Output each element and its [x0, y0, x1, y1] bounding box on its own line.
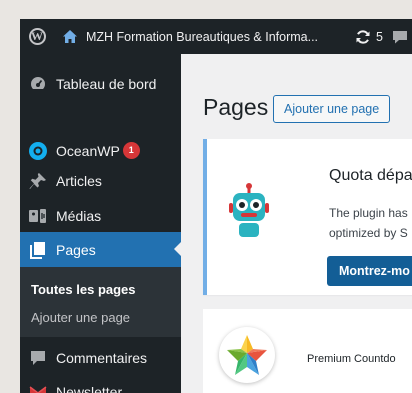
- star-logo-icon: [219, 327, 275, 383]
- sidebar-item-comments[interactable]: Commentaires: [20, 340, 181, 375]
- page-title: Pages: [203, 94, 269, 120]
- sidebar-item-label: Newsletter: [56, 383, 123, 393]
- show-more-button[interactable]: Montrez-mo: [327, 256, 412, 286]
- oceanwp-icon: [28, 141, 48, 161]
- refresh-icon: [356, 29, 370, 44]
- wordpress-logo-icon: W: [28, 28, 46, 45]
- updates-count: 5: [376, 29, 383, 44]
- sidebar-item-pages[interactable]: Pages: [20, 232, 182, 267]
- pin-icon: [28, 171, 48, 191]
- page-icon: [28, 240, 48, 260]
- comment-icon: [28, 348, 48, 368]
- notice-title: Quota dépa: [329, 167, 412, 184]
- submenu-item-all-pages[interactable]: Toutes les pages: [31, 282, 136, 297]
- sidebar-item-dashboard[interactable]: Tableau de bord: [20, 66, 181, 101]
- add-page-button[interactable]: Ajouter une page: [273, 95, 391, 123]
- sidebar-item-articles[interactable]: Articles: [20, 163, 181, 198]
- sidebar-item-label: Pages: [56, 241, 96, 258]
- admin-bar: W MZH Formation Bureautiques & Informa..…: [20, 19, 412, 54]
- submenu-item-add-page[interactable]: Ajouter une page: [31, 310, 130, 325]
- mail-icon: [28, 382, 48, 393]
- wp-admin-window: W MZH Formation Bureautiques & Informa..…: [20, 19, 412, 393]
- dashboard-icon: [28, 74, 48, 94]
- notice-line-2: optimized by S: [329, 226, 408, 240]
- robot-mascot-icon: [227, 183, 271, 239]
- comment-icon: [393, 30, 407, 43]
- sidebar-item-label: Médias: [56, 207, 102, 224]
- sidebar-item-label: Commentaires: [56, 349, 148, 366]
- main-content: Pages Ajouter une page Quota dépa The pl…: [181, 54, 412, 393]
- pages-submenu: Toutes les pages Ajouter une page: [20, 267, 181, 337]
- admin-sidebar: Tableau de bord OceanWP 1 Articles Média…: [20, 54, 182, 393]
- sidebar-item-medias[interactable]: Médias: [20, 198, 181, 233]
- sidebar-item-newsletter[interactable]: Newsletter: [20, 374, 181, 393]
- home-icon: [63, 30, 77, 43]
- wordpress-logo-button[interactable]: W: [20, 19, 54, 54]
- notification-badge: 1: [122, 142, 140, 159]
- site-name: MZH Formation Bureautiques & Informa...: [86, 29, 319, 44]
- plugin-title: Premium Countdo: [307, 353, 396, 365]
- premium-countdown-card: Premium Countdo: [203, 309, 412, 393]
- updates-button[interactable]: 5: [355, 19, 383, 54]
- sidebar-item-label: Articles: [56, 172, 102, 189]
- comments-adminbar-button[interactable]: [392, 19, 408, 54]
- notice-line-1: The plugin has: [329, 206, 408, 220]
- media-icon: [28, 206, 48, 226]
- notice-text: The plugin has optimized by S: [329, 203, 408, 243]
- sidebar-item-label: OceanWP: [56, 142, 120, 159]
- sidebar-item-label: Tableau de bord: [56, 75, 157, 92]
- site-name-link[interactable]: MZH Formation Bureautiques & Informa...: [54, 19, 318, 54]
- quota-notice: Quota dépa The plugin has optimized by S…: [203, 139, 412, 295]
